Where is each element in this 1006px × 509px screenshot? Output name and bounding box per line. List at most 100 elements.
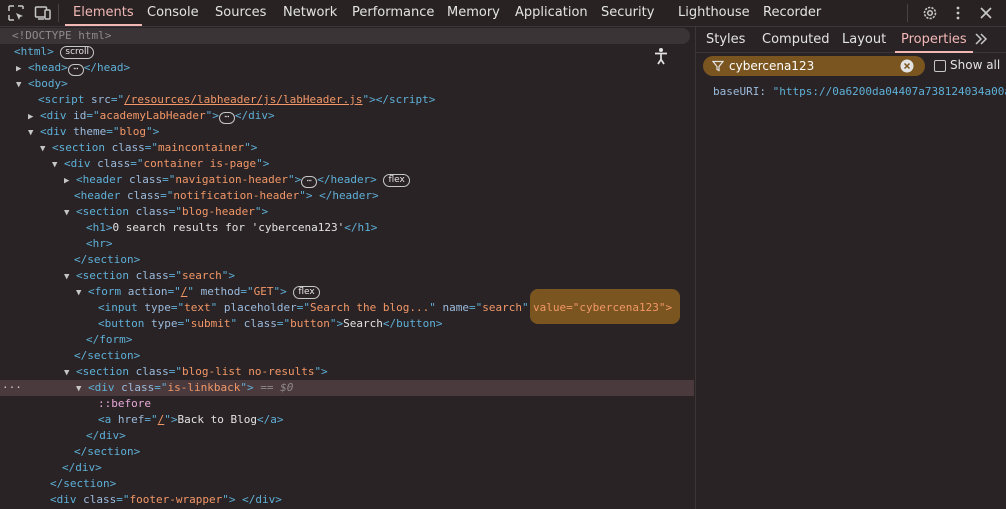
expand-triangle-icon[interactable]: ▶ — [0, 61, 28, 77]
more-options-icon[interactable] — [949, 4, 967, 22]
collapse-triangle-icon[interactable]: ▼ — [0, 157, 64, 173]
inspect-element-icon[interactable] — [7, 4, 25, 22]
collapse-triangle-icon[interactable]: ▼ — [0, 77, 28, 93]
more-actions-dots-icon[interactable]: ··· — [2, 380, 22, 396]
dom-node-h1[interactable]: <h1>0 search results for 'cybercena123'<… — [0, 220, 694, 236]
dom-node-container[interactable]: ▼ <div class="container is-page"> — [0, 156, 694, 172]
collapse-triangle-icon[interactable]: ▼ — [0, 285, 88, 301]
properties-filter[interactable] — [703, 56, 925, 76]
toolbar-divider — [907, 4, 908, 22]
devtools-toolbar: Elements Console Sources Network Perform… — [0, 0, 1006, 27]
input-value-attr[interactable]: value="cybercena123"> — [533, 300, 683, 316]
dom-node-blog-list[interactable]: ▼ <section class="blog-list no-results"> — [0, 364, 694, 380]
tab-sources[interactable]: Sources — [215, 0, 266, 26]
script-src-link[interactable]: /resources/labheader/js/labHeader.js — [124, 93, 362, 106]
dom-node-form[interactable]: ▼ <form action="/" method="GET"> flex — [0, 284, 694, 300]
attr-value: footer-wrapper — [129, 493, 223, 506]
close-devtools-icon[interactable] — [977, 4, 995, 22]
html-tag: <html> — [14, 45, 54, 58]
attr-value: is-linkback — [167, 381, 241, 394]
property-row[interactable]: baseURI: "https://0a6200da04407a73812403… — [713, 85, 1006, 98]
dom-node-form-close[interactable]: </form> — [0, 332, 694, 348]
tab-security[interactable]: Security — [601, 0, 654, 26]
dom-node-maincontainer[interactable]: ▼ <section class="maincontainer"> — [0, 140, 694, 156]
expand-triangle-icon[interactable]: ▶ — [0, 173, 76, 189]
dom-node-head[interactable]: ▶ <head> ⋯ </head> — [0, 60, 694, 76]
dom-node-doctype[interactable]: <!DOCTYPE html> — [0, 28, 690, 44]
tab-computed[interactable]: Computed — [762, 27, 830, 52]
attr-value: container is-page — [143, 157, 257, 170]
property-key: baseURI — [713, 85, 760, 98]
attr-value: blog-header — [181, 205, 255, 218]
collapsed-ellipsis[interactable]: ⋯ — [218, 112, 235, 124]
dom-node-section-close[interactable]: </section> — [0, 476, 694, 492]
show-all-checkbox[interactable] — [934, 60, 946, 72]
properties-sidebar: Styles Computed Layout Properties Show a… — [695, 27, 1006, 509]
attr-value: text — [184, 301, 211, 314]
collapse-triangle-icon[interactable]: ▼ — [0, 269, 76, 285]
flex-badge[interactable]: flex — [293, 286, 320, 299]
elements-dom-tree: <!DOCTYPE html> <html> scroll ▶ <head> ⋯ </… — [0, 27, 694, 509]
tab-console[interactable]: Console — [147, 0, 199, 26]
body-tag: <body> — [28, 77, 68, 90]
collapse-triangle-icon[interactable]: ▼ — [0, 125, 40, 141]
dom-node-search-section[interactable]: ▼ <section class="search"> — [0, 268, 694, 284]
attr-value: Search the blog... — [309, 301, 430, 314]
collapsed-ellipsis[interactable]: ⋯ — [301, 176, 318, 188]
attr-value: notification-header — [173, 189, 300, 202]
dom-node-theme-div[interactable]: ▼ <div theme="blog"> — [0, 124, 694, 140]
clear-filter-icon[interactable] — [900, 59, 914, 73]
dom-node-div-close[interactable]: </div> — [0, 460, 694, 476]
dom-node-anchor[interactable]: <a href="/">Back to Blog</a> — [0, 412, 694, 428]
collapse-triangle-icon[interactable]: ▼ — [0, 205, 76, 221]
pseudo-element: ::before — [98, 397, 151, 410]
dom-node-linkback-selected[interactable]: ··· ▼ <div class="is-linkback"> == $0 — [0, 380, 694, 396]
dom-node-button[interactable]: <button type="submit" class="button">Sea… — [0, 316, 694, 332]
dom-node-hr[interactable]: <hr> — [0, 236, 694, 252]
attr-name: src — [90, 93, 111, 106]
sidebar-tab-strip: Styles Computed Layout Properties — [696, 27, 1006, 53]
expand-triangle-icon[interactable]: ▶ — [0, 109, 40, 125]
dom-node-section-close[interactable]: </section> — [0, 252, 694, 268]
tab-recorder[interactable]: Recorder — [763, 0, 821, 26]
tab-elements[interactable]: Elements — [65, 0, 142, 26]
dom-node-html[interactable]: <html> scroll — [0, 44, 694, 60]
tab-network[interactable]: Network — [283, 0, 337, 26]
dom-node-navigation-header[interactable]: ▶ <header class="navigation-header"> ⋯ </he… — [0, 172, 694, 188]
dom-node-notification-header[interactable]: <header class="notification-header"> </h… — [0, 188, 694, 204]
tab-lighthouse[interactable]: Lighthouse — [678, 0, 750, 26]
dom-node-body[interactable]: ▼ <body> — [0, 76, 694, 92]
h1-text: 0 search results for 'cybercena123' — [112, 221, 345, 234]
collapsed-ellipsis[interactable]: ⋯ — [67, 64, 84, 76]
tab-properties[interactable]: Properties — [895, 27, 973, 53]
attr-value: submit — [190, 317, 231, 330]
flex-badge[interactable]: flex — [383, 174, 410, 187]
tab-application[interactable]: Application — [515, 0, 588, 26]
attr-value: search — [482, 301, 522, 314]
attr-value: maincontainer — [157, 141, 245, 154]
collapse-triangle-icon[interactable]: ▼ — [0, 141, 52, 157]
collapse-triangle-icon[interactable]: ▼ — [0, 365, 76, 381]
dom-node-blog-header[interactable]: ▼ <section class="blog-header"> — [0, 204, 694, 220]
settings-gear-icon[interactable] — [921, 4, 939, 22]
device-toolbar-icon[interactable] — [34, 4, 52, 22]
anchor-text: Back to Blog — [177, 413, 257, 426]
dom-node-section-close[interactable]: </section> — [0, 348, 694, 364]
tab-styles[interactable]: Styles — [706, 27, 745, 52]
filter-input[interactable] — [729, 58, 889, 74]
button-text: Search — [343, 317, 383, 330]
dom-node-section-close[interactable]: </section> — [0, 444, 694, 460]
dom-node-pseudo-before[interactable]: ::before — [0, 396, 694, 412]
dom-node-div-close[interactable]: </div> — [0, 428, 694, 444]
tab-layout[interactable]: Layout — [842, 27, 886, 52]
toolbar-divider — [58, 4, 59, 22]
tab-memory[interactable]: Memory — [447, 0, 500, 26]
more-tabs-chevron-icon[interactable] — [974, 32, 988, 46]
tab-performance[interactable]: Performance — [352, 0, 434, 26]
dom-node-lab-header[interactable]: ▶ <div id="academyLabHeader"> ⋯ </div> — [0, 108, 694, 124]
scroll-badge[interactable]: scroll — [60, 46, 95, 59]
head-tag: <head> — [28, 61, 68, 74]
dom-node-footer-wrapper[interactable]: <div class="footer-wrapper"> </div> — [0, 492, 694, 508]
dom-node-script[interactable]: <script src="/resources/labheader/js/lab… — [0, 92, 694, 108]
head-close-tag: </head> — [83, 61, 131, 74]
